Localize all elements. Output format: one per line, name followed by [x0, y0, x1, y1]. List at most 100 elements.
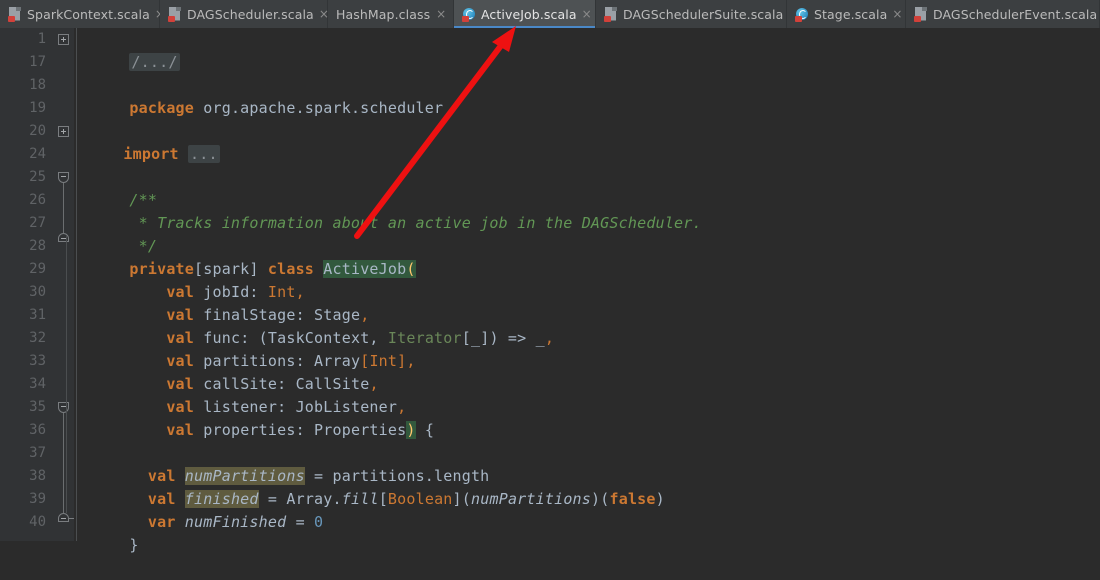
- line-number: 34: [29, 376, 46, 392]
- scala-class-icon: [795, 7, 809, 22]
- tab-sparkcontext-scala[interactable]: SparkContext.scala ×: [0, 0, 165, 28]
- close-icon[interactable]: ×: [892, 8, 902, 21]
- equals: =: [286, 513, 315, 531]
- code-line-class-decl: private[spark] class ActiveJob(: [74, 235, 416, 278]
- code-line-doc-body: * Tracks information about an active job…: [74, 189, 702, 232]
- matching-paren-open: (: [406, 260, 416, 278]
- line-number-gutter: 1 17 18 19 20 24 25 26 27 28 29 30 31 32…: [0, 28, 54, 541]
- paren-mid: )(: [591, 490, 610, 508]
- code-text-area[interactable]: /.../ package org.apache.spark.scheduler…: [66, 28, 1100, 554]
- code-line-param-finalstage: val finalStage: Stage,: [74, 281, 369, 324]
- tab-label: HashMap.class: [336, 6, 431, 22]
- tab-dagschedulersuite-scala[interactable]: DAGSchedulerSuite.scala ×: [596, 0, 798, 28]
- literal-zero: 0: [314, 513, 324, 531]
- bracket-open: [: [378, 490, 388, 508]
- arg-numpartitions: numPartitions: [471, 490, 592, 508]
- code-line-param-listener: val listener: JobListener,: [74, 373, 406, 416]
- line-number: 33: [29, 353, 46, 369]
- type-boolean: Boolean: [387, 490, 453, 508]
- comma: ,: [406, 352, 416, 370]
- tab-label: Stage.scala: [814, 6, 888, 22]
- line-number: 35: [29, 399, 46, 415]
- class-name-activejob: ActiveJob: [323, 260, 407, 278]
- method-fill: fill: [341, 490, 379, 508]
- fold-region-end-line27[interactable]: [58, 233, 69, 242]
- line-number: 19: [29, 100, 46, 116]
- comma: ,: [544, 329, 555, 347]
- line-number: 25: [29, 169, 46, 185]
- code-line-doc-open: /**: [74, 166, 157, 209]
- folded-license-comment[interactable]: /.../: [129, 53, 180, 71]
- fold-collapse-icon-line35[interactable]: [58, 402, 69, 413]
- line-number: 27: [29, 215, 46, 231]
- tab-label: DAGSchedulerEvent.scala: [933, 6, 1098, 22]
- close-icon[interactable]: ×: [582, 8, 592, 21]
- folded-imports[interactable]: ...: [188, 145, 220, 163]
- line-number: 26: [29, 192, 46, 208]
- indent-guide: [66, 235, 67, 513]
- bracket-close: ]: [397, 352, 407, 370]
- code-line: /.../: [74, 28, 180, 71]
- brace-open: {: [424, 421, 435, 439]
- fold-expand-icon-line1[interactable]: [58, 34, 69, 45]
- tab-stage-scala[interactable]: Stage.scala ×: [787, 0, 906, 28]
- line-number: 40: [29, 514, 46, 530]
- tab-label: DAGScheduler.scala: [187, 6, 314, 22]
- code-line-param-callsite: val callSite: CallSite,: [74, 350, 379, 393]
- line-number: 36: [29, 422, 46, 438]
- line-number: 17: [29, 54, 46, 70]
- line-number: 31: [29, 307, 46, 323]
- paren-close: ): [655, 490, 665, 508]
- fold-region-line: [63, 413, 64, 513]
- line-number: 37: [29, 445, 46, 461]
- tab-hashmap-class[interactable]: HashMap.class ×: [328, 0, 454, 28]
- package-name: org.apache.spark.scheduler: [203, 99, 444, 117]
- type-properties: Properties: [314, 421, 407, 439]
- code-line-param-properties: val properties: Properties) {: [74, 396, 434, 439]
- tab-dagschedulerevent-scala[interactable]: DAGSchedulerEvent.scala ×: [906, 0, 1100, 28]
- code-line-param-partitions: val partitions: Array[Int],: [74, 327, 416, 370]
- code-line-doc-close: */: [74, 212, 157, 255]
- code-folding-strip[interactable]: [54, 28, 74, 541]
- scala-file-icon: [914, 6, 928, 22]
- code-line-param-jobid: val jobId: Int,: [74, 258, 305, 301]
- code-line: package org.apache.spark.scheduler: [74, 74, 443, 117]
- editor-tab-bar[interactable]: SparkContext.scala × DAGScheduler.scala …: [0, 0, 1100, 28]
- keyword-package: package: [129, 99, 195, 117]
- line-number: 39: [29, 491, 46, 507]
- code-editor[interactable]: 1 17 18 19 20 24 25 26 27 28 29 30 31 32…: [0, 28, 1100, 554]
- code-line-finished: val finished = Array.fill[Boolean](numPa…: [74, 465, 665, 508]
- tab-activejob-scala[interactable]: ActiveJob.scala ×: [454, 0, 596, 28]
- keyword-var: var: [147, 513, 176, 531]
- close-icon[interactable]: ×: [435, 8, 447, 21]
- tab-label: SparkContext.scala: [27, 6, 150, 22]
- scala-file-icon: [8, 6, 22, 22]
- line-number: 29: [29, 261, 46, 277]
- bracket-close-paren-open: ](: [452, 490, 472, 508]
- tab-dagscheduler-scala[interactable]: DAGScheduler.scala ×: [160, 0, 329, 28]
- tab-label: DAGSchedulerSuite.scala: [623, 6, 784, 22]
- code-line-numpartitions: val numPartitions = partitions.length: [74, 442, 489, 485]
- line-number: 38: [29, 468, 46, 484]
- line-number: 30: [29, 284, 46, 300]
- fold-region-line: [63, 183, 64, 233]
- param-name: properties:: [203, 421, 305, 439]
- scala-class-icon: [462, 7, 476, 22]
- scala-file-icon: [604, 6, 618, 22]
- matching-paren-close: ): [406, 421, 416, 439]
- code-line-param-func: val func: (TaskContext, Iterator[_]) => …: [74, 304, 554, 347]
- scaladoc-text: * Tracks information about an active job…: [129, 214, 702, 232]
- code-line: import ...: [68, 120, 220, 163]
- code-line-numfinished: var numFinished = 0: [74, 488, 323, 531]
- func-type-suffix: [_]) => _: [461, 329, 545, 347]
- line-number: 24: [29, 146, 46, 162]
- keyword-val: val: [166, 421, 195, 439]
